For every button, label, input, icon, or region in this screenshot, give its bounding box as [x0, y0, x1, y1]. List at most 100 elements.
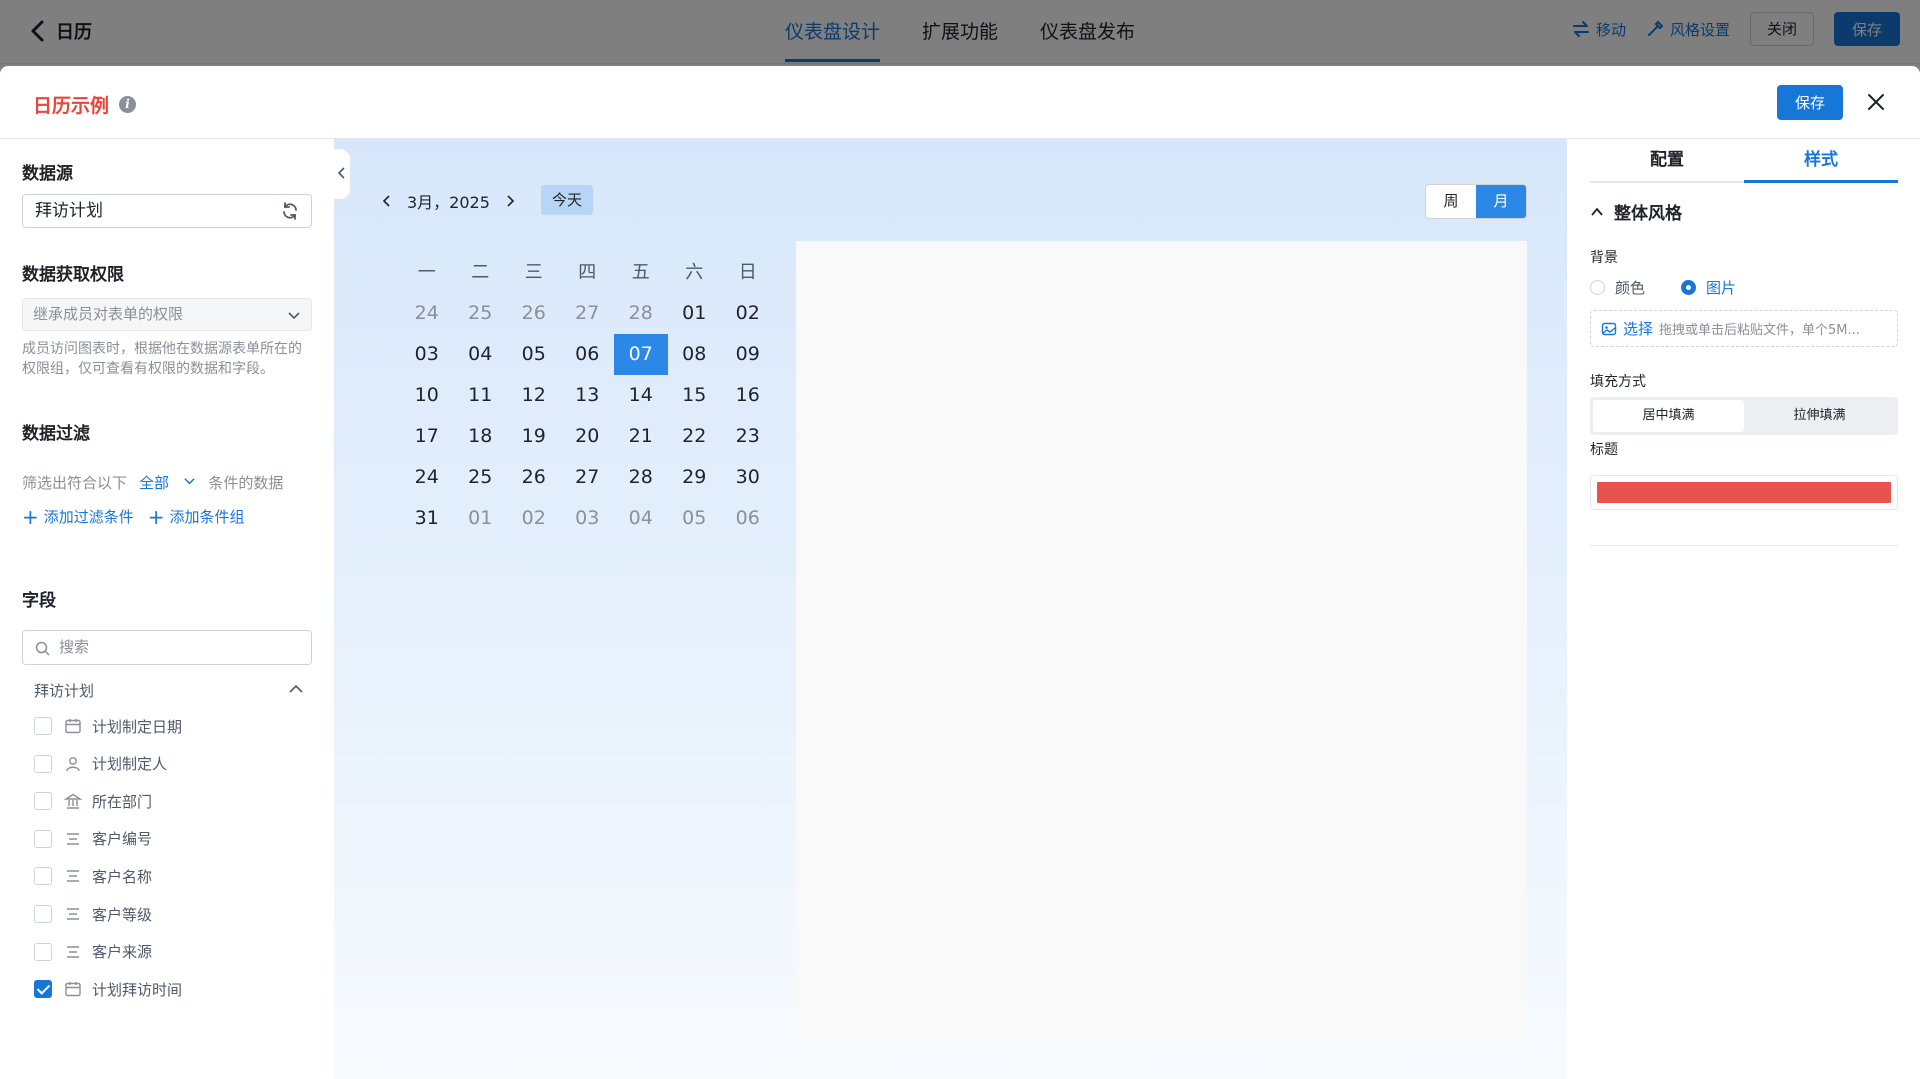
- field-item[interactable]: 客户等级: [34, 904, 152, 924]
- close-icon[interactable]: [1866, 92, 1886, 112]
- calendar-day[interactable]: 27: [561, 457, 615, 498]
- calendar-day[interactable]: 20: [561, 416, 615, 457]
- field-item[interactable]: 所在部门: [34, 791, 152, 811]
- fill-stretch-option[interactable]: 拉伸填满: [1744, 400, 1895, 432]
- right-style-panel: 配置 样式 整体风格 背景 颜色 图片 选择 拖拽或单击后粘贴文件，单个5M..…: [1567, 139, 1920, 1079]
- calendar-day[interactable]: 23: [721, 416, 775, 457]
- calendar-day[interactable]: 02: [507, 498, 561, 539]
- event-panel: [796, 241, 1527, 1044]
- field-checkbox[interactable]: [34, 980, 52, 999]
- calendar-day[interactable]: 03: [400, 334, 454, 375]
- calendar-day-selected[interactable]: 07: [614, 334, 668, 375]
- field-label: 计划制定人: [92, 755, 168, 774]
- field-search-input[interactable]: 搜索: [22, 630, 312, 665]
- month-navigation: 3月，2025: [381, 189, 516, 213]
- calendar-day[interactable]: 11: [454, 375, 508, 416]
- calendar-day[interactable]: 28: [614, 293, 668, 334]
- calendar-day[interactable]: 26: [507, 293, 561, 334]
- calendar-day[interactable]: 04: [614, 498, 668, 539]
- calendar-day[interactable]: 03: [561, 498, 615, 539]
- filter-mode-select[interactable]: 全部: [139, 472, 196, 493]
- field-group-header[interactable]: 拜访计划: [34, 680, 304, 701]
- text-lines-icon: [64, 943, 82, 961]
- field-checkbox[interactable]: [34, 792, 52, 811]
- field-item[interactable]: 客户编号: [34, 829, 152, 849]
- title-color-picker[interactable]: [1590, 475, 1898, 510]
- add-group-button[interactable]: + 添加条件组: [148, 506, 245, 527]
- field-item[interactable]: 计划制定人: [34, 754, 167, 774]
- calendar-day[interactable]: 21: [614, 416, 668, 457]
- calendar-day[interactable]: 25: [454, 293, 508, 334]
- chevron-down-icon: [288, 312, 300, 320]
- text-lines-icon: [64, 867, 82, 885]
- field-item[interactable]: 计划制定日期: [34, 716, 182, 736]
- collapse-panel-button[interactable]: [334, 149, 350, 199]
- bg-color-radio[interactable]: 颜色: [1590, 277, 1645, 298]
- calendar-day[interactable]: 30: [721, 457, 775, 498]
- calendar-day[interactable]: 24: [400, 293, 454, 334]
- calendar-day[interactable]: 01: [668, 293, 722, 334]
- calendar-day[interactable]: 28: [614, 457, 668, 498]
- field-item[interactable]: 客户名称: [34, 866, 152, 886]
- calendar-day[interactable]: 15: [668, 375, 722, 416]
- permission-select[interactable]: 继承成员对表单的权限: [22, 298, 312, 331]
- calendar-day[interactable]: 10: [400, 375, 454, 416]
- weekday-header: 二: [471, 262, 490, 283]
- field-checkbox[interactable]: [34, 829, 52, 848]
- calendar-day[interactable]: 16: [721, 375, 775, 416]
- calendar-day[interactable]: 13: [561, 375, 615, 416]
- refresh-icon[interactable]: [281, 202, 299, 220]
- calendar-day[interactable]: 06: [561, 334, 615, 375]
- calendar-day[interactable]: 19: [507, 416, 561, 457]
- calendar-day[interactable]: 25: [454, 457, 508, 498]
- field-checkbox[interactable]: [34, 717, 52, 735]
- calendar-day[interactable]: 26: [507, 457, 561, 498]
- field-checkbox[interactable]: [34, 905, 52, 923]
- today-button[interactable]: 今天: [541, 185, 594, 215]
- view-toggle: 周 月: [1425, 184, 1527, 219]
- field-checkbox[interactable]: [34, 867, 52, 886]
- view-week-button[interactable]: 周: [1426, 185, 1476, 218]
- calendar-day[interactable]: 08: [668, 334, 722, 375]
- calendar-day[interactable]: 01: [454, 498, 508, 539]
- field-checkbox[interactable]: [34, 942, 52, 961]
- calendar-day[interactable]: 18: [454, 416, 508, 457]
- overall-style-section[interactable]: 整体风格: [1590, 199, 1682, 224]
- field-item[interactable]: 客户来源: [34, 942, 152, 962]
- calendar-day[interactable]: 04: [454, 334, 508, 375]
- fill-center-option[interactable]: 居中填满: [1593, 400, 1744, 432]
- datasource-value: 拜访计划: [35, 201, 103, 221]
- prev-month-icon[interactable]: [381, 194, 393, 208]
- datasource-select[interactable]: 拜访计划: [22, 194, 312, 228]
- permission-title: 数据获取权限: [22, 265, 124, 285]
- calendar-day[interactable]: 27: [561, 293, 615, 334]
- view-month-button[interactable]: 月: [1476, 185, 1526, 218]
- calendar-day[interactable]: 29: [668, 457, 722, 498]
- field-item[interactable]: 计划拜访时间: [34, 979, 182, 999]
- calendar-day[interactable]: 06: [721, 498, 775, 539]
- tab-config[interactable]: 配置: [1590, 139, 1744, 181]
- calendar-day[interactable]: 22: [668, 416, 722, 457]
- field-label: 计划制定日期: [92, 717, 183, 736]
- calendar-day[interactable]: 09: [721, 334, 775, 375]
- calendar-day[interactable]: 12: [507, 375, 561, 416]
- calendar-day[interactable]: 05: [507, 334, 561, 375]
- calendar-day[interactable]: 02: [721, 293, 775, 334]
- info-icon[interactable]: i: [119, 96, 137, 113]
- add-filter-button[interactable]: + 添加过滤条件: [22, 506, 134, 527]
- calendar-day[interactable]: 17: [400, 416, 454, 457]
- modal-title-text[interactable]: 日历示例: [33, 91, 109, 118]
- field-checkbox[interactable]: [34, 754, 52, 773]
- calendar-day[interactable]: 31: [400, 498, 454, 539]
- image-upload-area[interactable]: 选择 拖拽或单击后粘贴文件，单个5M...: [1590, 310, 1898, 347]
- upload-select-button[interactable]: 选择: [1601, 318, 1653, 339]
- upload-hint: 拖拽或单击后粘贴文件，单个5M...: [1659, 323, 1860, 338]
- next-month-icon[interactable]: [504, 194, 516, 208]
- month-label: 3月，2025: [407, 193, 490, 212]
- calendar-day[interactable]: 05: [668, 498, 722, 539]
- modal-save-button[interactable]: 保存: [1777, 85, 1843, 120]
- bg-image-radio[interactable]: 图片: [1681, 277, 1736, 298]
- calendar-day[interactable]: 14: [614, 375, 668, 416]
- tab-style[interactable]: 样式: [1744, 139, 1898, 183]
- calendar-day[interactable]: 24: [400, 457, 454, 498]
